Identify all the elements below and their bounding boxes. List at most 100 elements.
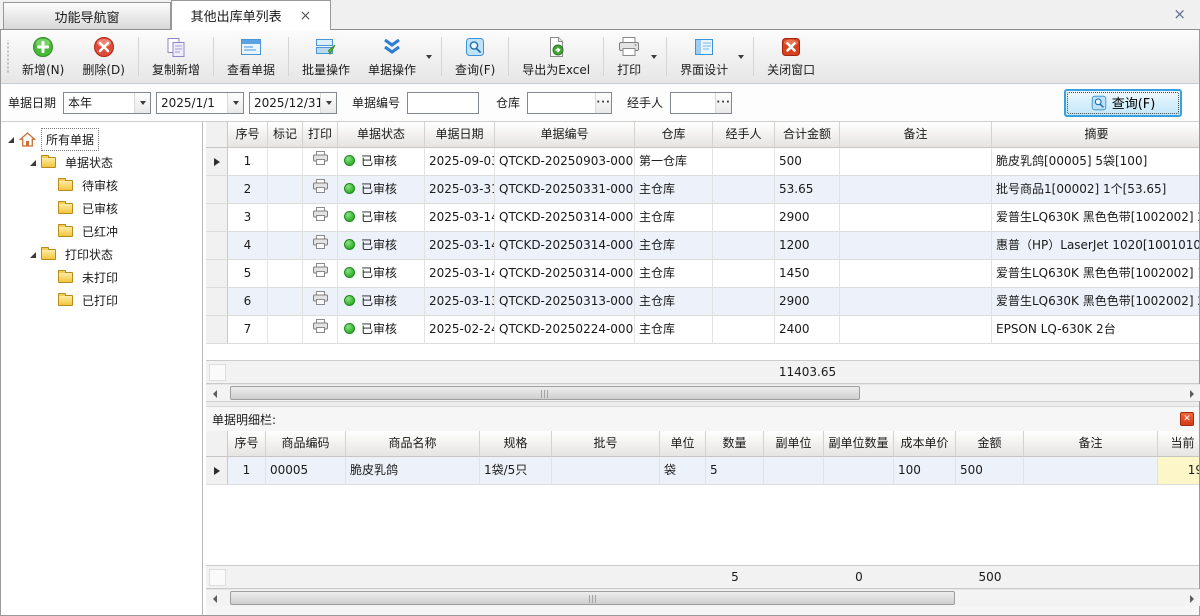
cell-seq[interactable]: 1 xyxy=(228,148,268,176)
column-header-subqty[interactable]: 副单位数量 xyxy=(824,431,894,457)
table-row[interactable]: 2已审核2025-03-31QTCKD-20250331-000主仓库53.65… xyxy=(206,176,1200,204)
cell-number[interactable]: QTCKD-20250314-000 xyxy=(495,232,635,260)
column-header-handler[interactable]: 经手人 xyxy=(713,122,775,148)
cell-warehouse[interactable]: 主仓库 xyxy=(635,204,713,232)
dropdown-arrow-icon[interactable] xyxy=(650,32,662,81)
cell-code[interactable]: 00005 xyxy=(266,457,346,485)
cell-number[interactable]: QTCKD-20250224-000 xyxy=(495,316,635,344)
column-header-summary[interactable]: 摘要 xyxy=(992,122,1200,148)
cell-seq[interactable]: 7 xyxy=(228,316,268,344)
cell-remark[interactable] xyxy=(1024,457,1158,485)
scrollbar-thumb[interactable] xyxy=(230,386,860,400)
delete-button[interactable]: 删除(D) xyxy=(73,32,134,81)
ellipsis-icon[interactable]: ··· xyxy=(715,93,731,113)
column-header-date[interactable]: 单据日期 xyxy=(425,122,495,148)
cell-handler[interactable] xyxy=(713,316,775,344)
cell-summary[interactable]: 批号商品1[00002] 1个[53.65] xyxy=(992,176,1200,204)
doc-number-input[interactable] xyxy=(407,92,479,114)
toolbar-grip[interactable] xyxy=(5,40,10,73)
column-header-cost[interactable]: 成本单价 xyxy=(894,431,956,457)
query-toolbar-button[interactable]: 查询(F) xyxy=(446,32,504,81)
cell-print[interactable] xyxy=(303,316,338,344)
table-row[interactable]: 6已审核2025-03-13QTCKD-20250313-000主仓库2900爱… xyxy=(206,288,1200,316)
view-document-button[interactable]: 查看单据 xyxy=(218,32,284,81)
cell-warehouse[interactable]: 主仓库 xyxy=(635,316,713,344)
cell-seq[interactable]: 1 xyxy=(228,457,266,485)
tab-function-navigation[interactable]: 功能导航窗 xyxy=(3,2,171,29)
cell-date[interactable]: 2025-02-24 xyxy=(425,316,495,344)
query-button[interactable]: 查询(F) xyxy=(1064,89,1182,117)
cell-summary[interactable]: EPSON LQ-630K 2台 xyxy=(992,316,1200,344)
column-header-spec[interactable]: 规格 xyxy=(480,431,552,457)
dropdown-arrow-icon[interactable] xyxy=(737,32,749,81)
cell-warehouse[interactable]: 主仓库 xyxy=(635,176,713,204)
cell-remark[interactable] xyxy=(840,260,992,288)
cell-mark[interactable] xyxy=(268,288,303,316)
scroll-left-icon[interactable] xyxy=(206,590,223,607)
cell-summary[interactable]: 惠普（HP）LaserJet 1020[100101003 xyxy=(992,232,1200,260)
column-header-batch[interactable]: 批号 xyxy=(552,431,660,457)
column-header-status[interactable]: 单据状态 xyxy=(338,122,425,148)
column-header-subunit[interactable]: 副单位 xyxy=(764,431,824,457)
cell-warehouse[interactable]: 主仓库 xyxy=(635,288,713,316)
cell-handler[interactable] xyxy=(713,260,775,288)
batch-operation-button[interactable]: 批量操作 xyxy=(293,32,359,81)
column-header-warehouse[interactable]: 仓库 xyxy=(635,122,713,148)
cell-warehouse[interactable]: 第一仓库 xyxy=(635,148,713,176)
cell-name[interactable]: 脆皮乳鸽 xyxy=(346,457,480,485)
column-header-qty[interactable]: 数量 xyxy=(706,431,764,457)
copy-new-button[interactable]: 复制新增 xyxy=(143,32,209,81)
tree-node-pending-audit[interactable]: 待审核 xyxy=(0,174,202,197)
ui-design-button[interactable]: 界面设计 xyxy=(671,32,737,81)
cell-warehouse[interactable]: 主仓库 xyxy=(635,260,713,288)
cell-remark[interactable] xyxy=(840,232,992,260)
cell-remark[interactable] xyxy=(840,288,992,316)
column-header-remark[interactable]: 备注 xyxy=(1024,431,1158,457)
cell-amount[interactable]: 2400 xyxy=(775,316,840,344)
horizontal-scrollbar[interactable] xyxy=(206,384,1200,401)
cell-amount[interactable]: 53.65 xyxy=(775,176,840,204)
cell-cost[interactable]: 100 xyxy=(894,457,956,485)
expander-icon[interactable] xyxy=(30,252,36,258)
cell-number[interactable]: QTCKD-20250314-000 xyxy=(495,260,635,288)
cell-spec[interactable]: 1袋/5只 xyxy=(480,457,552,485)
cell-summary[interactable]: 爱普生LQ630K 黑色色带[1002002] 1只 xyxy=(992,260,1200,288)
ellipsis-icon[interactable]: ··· xyxy=(595,93,611,113)
cell-seq[interactable]: 4 xyxy=(228,232,268,260)
cell-summary[interactable]: 爱普生LQ630K 黑色色带[1002002] 2只 xyxy=(992,288,1200,316)
cell-number[interactable]: QTCKD-20250314-000 xyxy=(495,204,635,232)
tree-node-printed[interactable]: 已打印 xyxy=(0,289,202,312)
cell-summary[interactable]: 爱普生LQ630K 黑色色带[1002002] 2只 xyxy=(992,204,1200,232)
cell-seq[interactable]: 5 xyxy=(228,260,268,288)
cell-status[interactable]: 已审核 xyxy=(338,148,425,176)
column-header-seq[interactable]: 序号 xyxy=(228,122,268,148)
cell-print[interactable] xyxy=(303,232,338,260)
table-row[interactable]: 7已审核2025-02-24QTCKD-20250224-000主仓库2400E… xyxy=(206,316,1200,344)
column-header-print[interactable]: 打印 xyxy=(303,122,338,148)
tree-node-all-documents[interactable]: 所有单据 xyxy=(0,128,202,151)
cell-mark[interactable] xyxy=(268,204,303,232)
cell-remark[interactable] xyxy=(840,148,992,176)
scroll-right-icon[interactable] xyxy=(1183,385,1200,402)
tree-node-audited[interactable]: 已审核 xyxy=(0,197,202,220)
cell-unit[interactable]: 袋 xyxy=(660,457,706,485)
cell-amount[interactable]: 500 xyxy=(956,457,1024,485)
cell-number[interactable]: QTCKD-20250313-000 xyxy=(495,288,635,316)
export-excel-button[interactable]: 导出为Excel xyxy=(513,32,599,81)
tab-close-icon[interactable]: × xyxy=(300,10,312,22)
scrollbar-thumb[interactable] xyxy=(230,591,955,605)
tree-node-red-flushed[interactable]: 已红冲 xyxy=(0,220,202,243)
cell-print[interactable] xyxy=(303,148,338,176)
chevron-down-icon[interactable] xyxy=(227,93,243,113)
table-row[interactable]: 4已审核2025-03-14QTCKD-20250314-000主仓库1200惠… xyxy=(206,232,1200,260)
column-header-mark[interactable]: 标记 xyxy=(268,122,303,148)
cell-handler[interactable] xyxy=(713,204,775,232)
cell-date[interactable]: 2025-03-14 xyxy=(425,232,495,260)
horizontal-scrollbar[interactable] xyxy=(206,589,1200,606)
column-header-code[interactable]: 商品编码 xyxy=(266,431,346,457)
cell-mark[interactable] xyxy=(268,260,303,288)
cell-subunit[interactable] xyxy=(764,457,824,485)
cell-date[interactable]: 2025-03-31 xyxy=(425,176,495,204)
tab-other-outbound-list[interactable]: 其他出库单列表 × xyxy=(171,0,331,30)
cell-print[interactable] xyxy=(303,176,338,204)
